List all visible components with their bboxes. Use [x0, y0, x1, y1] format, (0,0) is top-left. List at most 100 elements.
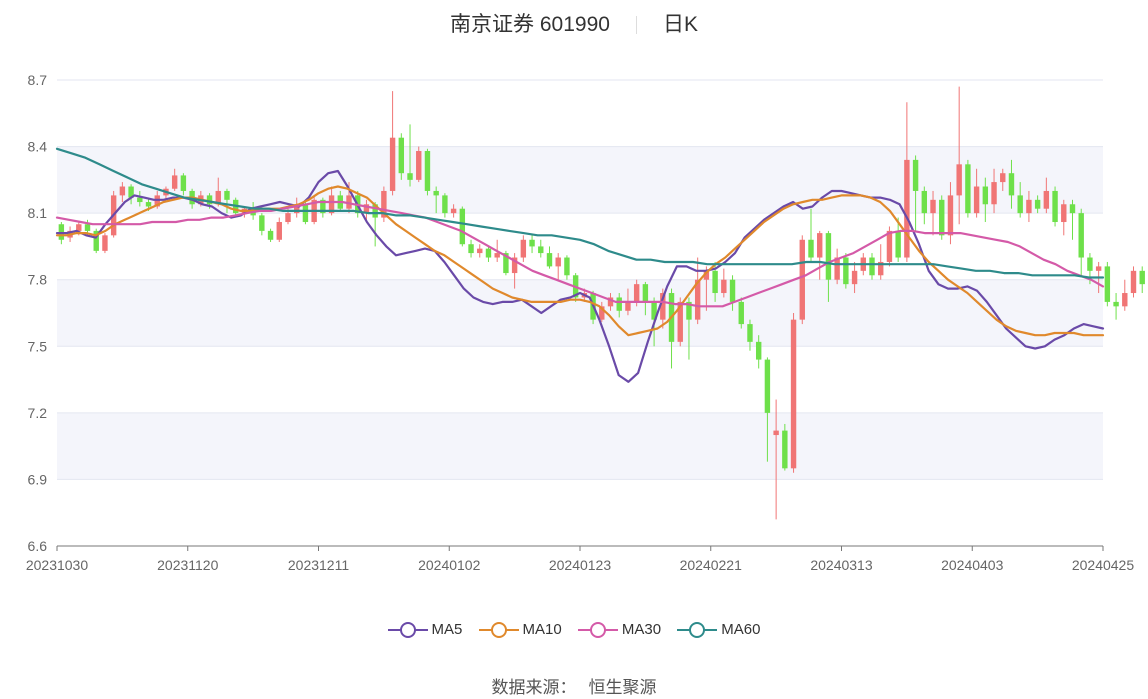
- candle-body: [930, 199, 936, 214]
- candle-body: [1139, 270, 1145, 285]
- candle-body: [1061, 204, 1067, 223]
- candle-body: [1104, 266, 1111, 302]
- x-tick-label: 20231030: [26, 557, 89, 573]
- legend-label: MA10: [522, 621, 562, 638]
- candle-body: [1113, 301, 1119, 307]
- candle-body: [1122, 293, 1128, 307]
- candlestick-chart: 6.6 6.9 7.2 7.5 7.8 8.1 8.4 8.7 20231030 20231120…: [26, 72, 1145, 573]
- candle-body: [520, 239, 527, 258]
- candle-body: [782, 430, 788, 469]
- candle-body: [538, 246, 544, 254]
- candle-body: [555, 257, 561, 267]
- legend-item-ma5[interactable]: MA5: [387, 621, 463, 639]
- candle-body: [991, 182, 997, 205]
- candle-body: [433, 190, 439, 196]
- candle-body: [1087, 257, 1093, 271]
- candle-body: [1008, 173, 1015, 196]
- candle-body: [738, 301, 744, 325]
- candle-body: [389, 137, 396, 191]
- candle-body: [895, 230, 901, 258]
- candle-body: [137, 197, 143, 203]
- candle-body: [982, 186, 989, 205]
- x-tick-label: 20231211: [288, 557, 349, 573]
- candle-body: [921, 190, 928, 214]
- candle-body: [267, 230, 274, 240]
- candle-body: [1052, 190, 1058, 223]
- candle-body: [76, 224, 82, 231]
- legend-item-ma30[interactable]: MA30: [577, 621, 662, 639]
- legend-label: MA30: [621, 621, 662, 638]
- y-tick-label: 6.9: [28, 471, 48, 487]
- candle-body: [494, 253, 500, 258]
- legend-marker-ma30-icon: [577, 622, 618, 639]
- candle-body: [912, 159, 919, 191]
- candle-body: [747, 324, 753, 342]
- candle-body: [1069, 204, 1076, 214]
- candle-body: [851, 270, 858, 285]
- candle-body: [625, 301, 631, 311]
- candle-body: [416, 151, 422, 180]
- candle-body: [529, 239, 535, 247]
- y-tick-label: 6.6: [28, 538, 48, 554]
- candle-body: [965, 164, 971, 214]
- candle-body: [773, 430, 779, 436]
- x-tick-label: 20240403: [941, 557, 1004, 573]
- candle-body: [1026, 199, 1032, 214]
- candle-body: [145, 202, 152, 207]
- x-tick-label: 20240313: [810, 557, 873, 573]
- candle-body: [956, 164, 962, 196]
- y-tick-label: 8.1: [28, 205, 48, 221]
- data-source: 数据来源： 恒生聚源: [0, 673, 1148, 698]
- candle-body: [1043, 190, 1050, 209]
- y-tick-label: 7.5: [28, 338, 48, 354]
- candle-body: [459, 208, 466, 245]
- candle-body: [398, 137, 405, 174]
- candle-body: [764, 359, 771, 413]
- y-tick-label: 8.7: [28, 72, 48, 88]
- candle-body: [843, 257, 849, 285]
- candle-body: [947, 195, 954, 236]
- y-tick-label: 8.4: [28, 139, 48, 155]
- candle-body: [808, 239, 814, 258]
- candle-body: [285, 213, 291, 223]
- candle-body: [224, 190, 230, 200]
- x-tick-label: 20240425: [1072, 557, 1135, 573]
- candle-body: [564, 257, 570, 276]
- legend-marker-ma10-icon: [478, 622, 519, 639]
- legend-label: MA5: [431, 621, 463, 638]
- x-tick-label: 20240102: [418, 557, 481, 573]
- candle-body: [442, 195, 448, 214]
- candle-body: [973, 186, 980, 214]
- legend: MA5 MA10 MA30 MA60: [0, 621, 1148, 639]
- source-value: 恒生聚源: [588, 678, 657, 697]
- candle-body: [904, 159, 910, 258]
- candle-body: [302, 204, 309, 223]
- candle-body: [276, 222, 282, 240]
- candle-body: [939, 199, 945, 236]
- candle-body: [102, 235, 108, 251]
- candle-body: [1034, 199, 1041, 209]
- legend-item-ma10[interactable]: MA10: [478, 621, 562, 639]
- candle-body: [721, 279, 727, 294]
- candle-body: [407, 173, 413, 180]
- candle-body: [1078, 213, 1084, 258]
- candle-body: [450, 208, 457, 214]
- x-tick-label: 20240221: [680, 557, 743, 573]
- candle-body: [886, 230, 893, 262]
- candle-body: [180, 175, 187, 191]
- legend-marker-ma60-icon: [677, 622, 718, 639]
- candle-body: [477, 248, 483, 254]
- candle-body: [171, 175, 178, 189]
- candle-body: [712, 270, 718, 294]
- legend-marker-ma5-icon: [387, 622, 428, 639]
- candle-body: [825, 233, 832, 280]
- candle-body: [1095, 266, 1102, 271]
- candle-body: [1017, 195, 1023, 214]
- legend-item-ma60[interactable]: MA60: [677, 621, 760, 639]
- y-tick-label: 7.2: [28, 405, 48, 421]
- candle-body: [468, 244, 474, 254]
- candle-body: [869, 257, 875, 276]
- source-label: 数据来源：: [491, 678, 577, 697]
- candle-body: [546, 253, 553, 267]
- candle-body: [1130, 270, 1137, 294]
